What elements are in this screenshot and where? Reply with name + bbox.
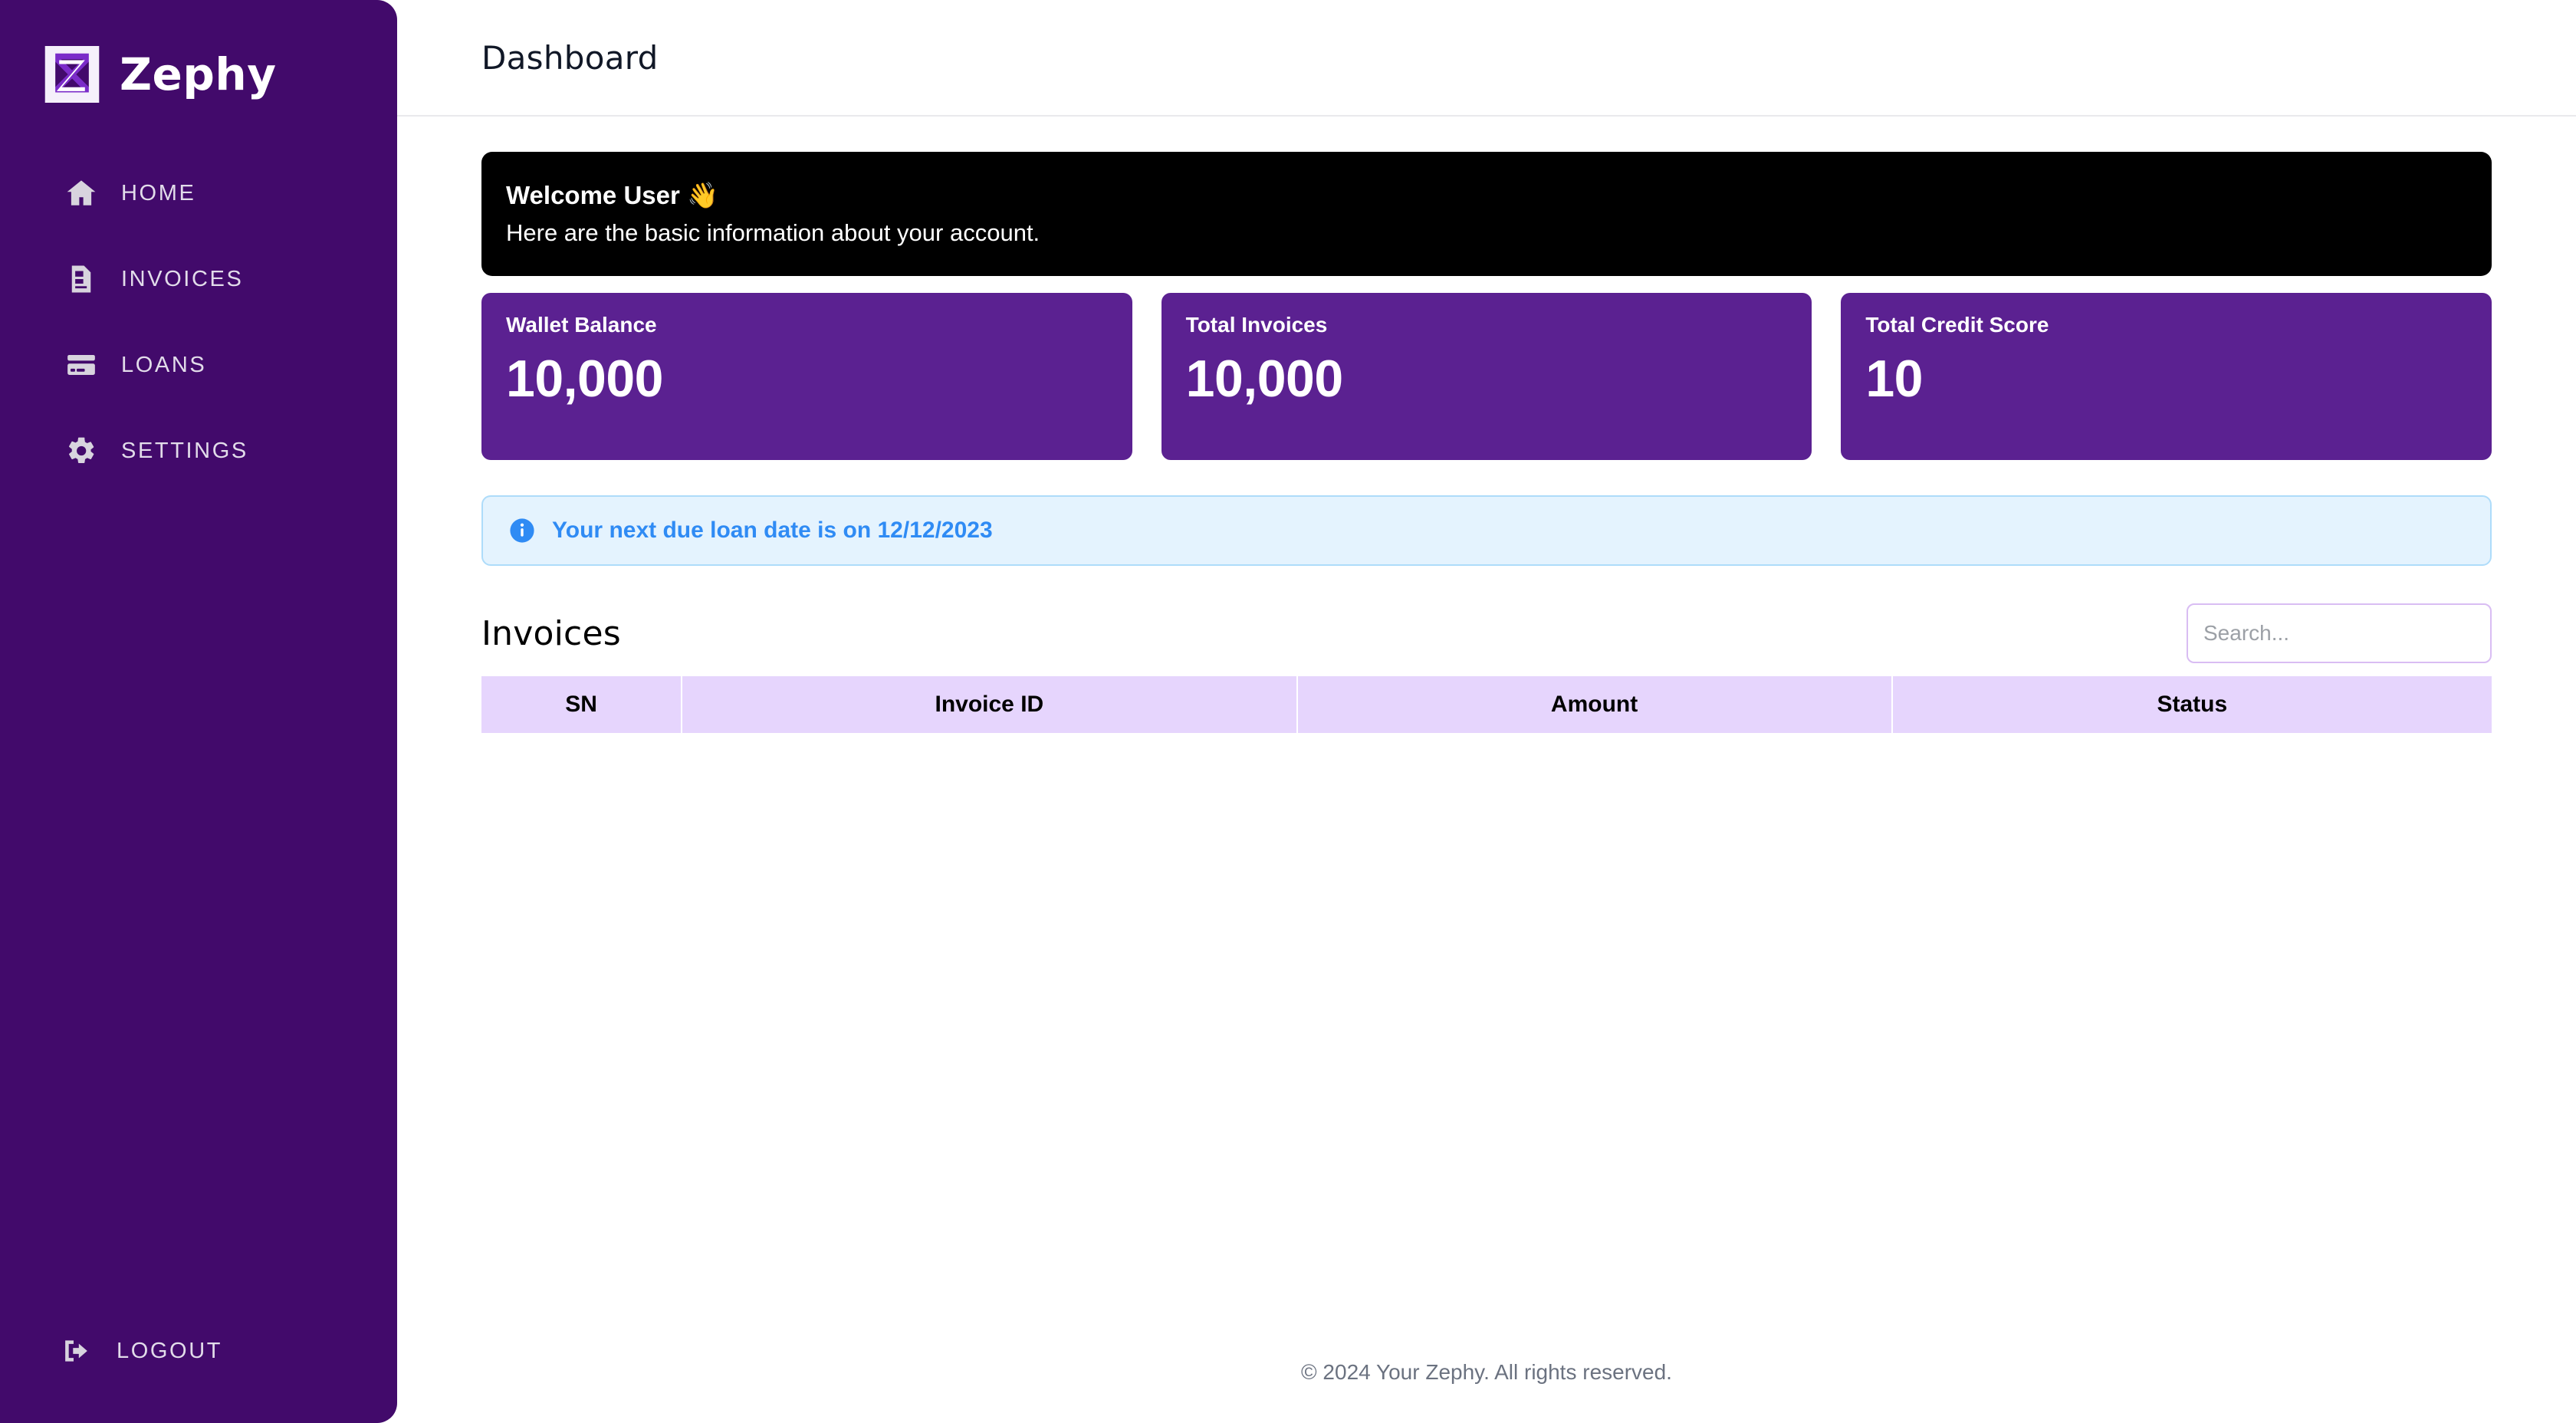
- invoices-table-head: SN Invoice ID Amount Status: [481, 676, 2492, 733]
- content-area: Welcome User 👋 Here are the basic inform…: [397, 117, 2576, 1336]
- home-icon: [64, 176, 98, 210]
- dashboard-page: Zephy HOME INVOICES LOANS SETTINGS LOGOU…: [0, 0, 2576, 1423]
- stat-card-total-invoices: Total Invoices 10,000: [1161, 293, 1812, 460]
- sidebar-item-label: LOGOUT: [117, 1338, 223, 1363]
- loan-due-alert: Your next due loan date is on 12/12/2023: [481, 495, 2492, 566]
- stat-card-value: 10,000: [506, 350, 663, 408]
- topbar: Dashboard: [397, 0, 2576, 117]
- sidebar: Zephy HOME INVOICES LOANS SETTINGS LOGOU…: [0, 0, 397, 1423]
- credit-card-icon: [64, 348, 98, 382]
- sidebar-nav: HOME INVOICES LOANS SETTINGS: [0, 150, 397, 494]
- footer-text: © 2024 Your Zephy. All rights reserved.: [1301, 1360, 1672, 1384]
- column-header-sn[interactable]: SN: [481, 676, 683, 733]
- logout-icon: [60, 1334, 94, 1368]
- table-header-row: SN Invoice ID Amount Status: [481, 676, 2492, 733]
- sidebar-item-label: SETTINGS: [121, 438, 248, 463]
- sidebar-item-label: LOANS: [121, 352, 207, 377]
- invoices-section-header: Invoices: [481, 598, 2492, 669]
- sidebar-item-invoices[interactable]: INVOICES: [0, 236, 397, 322]
- sidebar-item-settings[interactable]: SETTINGS: [0, 408, 397, 494]
- gear-icon: [64, 434, 98, 468]
- alert-text: Your next due loan date is on 12/12/2023: [552, 518, 993, 543]
- sidebar-item-loans[interactable]: LOANS: [0, 322, 397, 408]
- zephy-z-logo-icon: [40, 42, 104, 107]
- welcome-title: Welcome User 👋: [506, 180, 719, 209]
- sidebar-item-label: INVOICES: [121, 266, 244, 291]
- info-circle-icon: [509, 518, 535, 544]
- invoices-table: SN Invoice ID Amount Status: [481, 676, 2492, 733]
- stat-card-wallet-balance: Wallet Balance 10,000: [481, 293, 1132, 460]
- document-icon: [64, 262, 98, 296]
- main-content: Dashboard Welcome User 👋 Here are the ba…: [397, 0, 2576, 1423]
- column-header-status[interactable]: Status: [1892, 676, 2492, 733]
- stat-card-label: Total Credit Score: [1865, 313, 2049, 337]
- stat-card-label: Wallet Balance: [506, 313, 657, 337]
- sidebar-item-logout[interactable]: LOGOUT: [0, 1308, 397, 1394]
- column-header-invoice-id[interactable]: Invoice ID: [682, 676, 1298, 733]
- stat-card-value: 10: [1865, 350, 1923, 408]
- sidebar-item-home[interactable]: HOME: [0, 150, 397, 236]
- column-header-amount[interactable]: Amount: [1297, 676, 1893, 733]
- sidebar-item-label: HOME: [121, 180, 196, 205]
- page-title: Dashboard: [481, 38, 659, 77]
- stat-card-value: 10,000: [1185, 350, 1343, 408]
- invoices-title: Invoices: [481, 613, 621, 653]
- stat-card-label: Total Invoices: [1185, 313, 1328, 337]
- stat-cards: Wallet Balance 10,000 Total Invoices 10,…: [481, 293, 2492, 460]
- welcome-banner: Welcome User 👋 Here are the basic inform…: [481, 152, 2492, 276]
- welcome-subtitle: Here are the basic information about you…: [506, 219, 1040, 247]
- footer: © 2024 Your Zephy. All rights reserved.: [397, 1336, 2576, 1409]
- stat-card-total-credit-score: Total Credit Score 10: [1841, 293, 2492, 460]
- search-input[interactable]: [2187, 603, 2492, 663]
- brand: Zephy: [0, 0, 397, 115]
- brand-name: Zephy: [120, 48, 277, 100]
